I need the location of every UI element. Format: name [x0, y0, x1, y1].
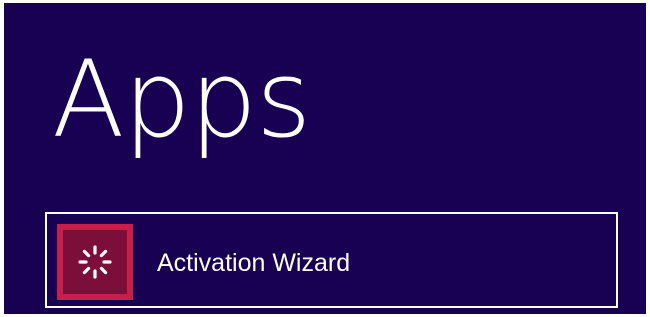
app-icon-background — [63, 230, 127, 294]
start-screen-apps-view: Apps Activation Wizard — [4, 3, 646, 314]
page-title: Apps — [52, 38, 311, 161]
app-item-activation-wizard[interactable]: Activation Wizard — [45, 212, 618, 308]
activation-spinner-icon — [78, 245, 112, 279]
app-label: Activation Wizard — [157, 249, 351, 277]
app-icon-tile — [57, 224, 133, 300]
